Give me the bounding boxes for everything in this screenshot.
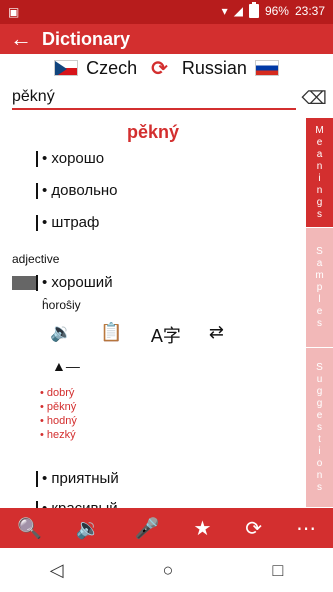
russian-flag-icon[interactable] bbox=[254, 60, 279, 76]
home-icon[interactable]: ○ bbox=[163, 560, 174, 581]
translate-icon[interactable]: A字 bbox=[151, 322, 181, 348]
clipboard-icon[interactable]: 📋 bbox=[100, 322, 122, 348]
meaning-item[interactable]: • приятный bbox=[36, 470, 119, 488]
battery-level: 96% bbox=[264, 4, 289, 18]
language-selector: Czech ⟳ Russian bbox=[0, 54, 333, 82]
wifi-icon: ▾ bbox=[221, 4, 228, 18]
target-language[interactable]: Russian bbox=[182, 58, 247, 79]
signal-icon: ◢ bbox=[233, 4, 243, 18]
meaning-item[interactable]: • штраф bbox=[36, 214, 99, 232]
headword: pěkný bbox=[126, 122, 180, 142]
app-bar: ← Dictionary bbox=[0, 24, 333, 54]
recents-icon[interactable]: □ bbox=[273, 560, 284, 581]
system-nav-bar: ◁ ○ □ bbox=[0, 548, 333, 592]
refresh-icon[interactable]: ⟳ bbox=[245, 516, 262, 541]
search-icon[interactable]: 🔍 bbox=[17, 516, 42, 541]
speaker-icon[interactable]: 🔉 bbox=[76, 516, 101, 541]
notification-icon: ▣ bbox=[8, 5, 20, 19]
synonym-item[interactable]: • hezký bbox=[40, 428, 77, 442]
bottom-toolbar: 🔍 🔉 🎤 ★ ⟳ ⋯ bbox=[0, 508, 333, 548]
microphone-icon[interactable]: 🎤 bbox=[135, 516, 160, 541]
speaker-icon[interactable]: 🔉 bbox=[50, 322, 72, 348]
transliteration: ĥoroŝiy bbox=[42, 298, 81, 312]
synonym-list: • dobrý • pěkný • hodný • hezký bbox=[40, 386, 77, 442]
meaning-item[interactable]: • красивый bbox=[36, 500, 118, 508]
battery-icon bbox=[248, 2, 259, 18]
repeat-icon[interactable]: ⇄ bbox=[209, 322, 224, 348]
search-field-wrapper bbox=[12, 86, 296, 110]
synonym-item[interactable]: • dobrý bbox=[40, 386, 77, 400]
clear-input-icon[interactable]: ⌫ bbox=[302, 88, 327, 109]
tab-suggestions[interactable]: Suggestions bbox=[306, 348, 333, 508]
page-title: Dictionary bbox=[42, 29, 131, 49]
synonym-item[interactable]: • pěkný bbox=[40, 400, 77, 414]
tab-samples[interactable]: Samples bbox=[306, 228, 333, 348]
source-language[interactable]: Czech bbox=[86, 58, 137, 79]
back-icon[interactable]: ◁ bbox=[50, 560, 64, 581]
part-of-speech: adjective bbox=[12, 252, 60, 266]
side-tabs: Meanings Samples Suggestions bbox=[306, 118, 333, 508]
action-row: 🔉 📋 A字 ⇄ bbox=[50, 322, 224, 348]
meaning-marker bbox=[12, 276, 38, 290]
results-pane: pěkný • хорошо • довольно • штраф adject… bbox=[0, 112, 306, 508]
czech-flag-icon[interactable] bbox=[54, 60, 79, 76]
meaning-item[interactable]: • довольно bbox=[36, 182, 118, 200]
status-bar: ▣ ▾ ◢ 96% 23:37 bbox=[0, 0, 333, 24]
synonym-item[interactable]: • hodný bbox=[40, 414, 77, 428]
star-icon[interactable]: ★ bbox=[193, 516, 211, 541]
back-arrow-icon[interactable]: ← bbox=[10, 27, 32, 51]
swap-languages-icon[interactable]: ⟳ bbox=[151, 56, 168, 81]
meaning-item[interactable]: • хороший bbox=[36, 274, 113, 292]
collapse-icon[interactable]: ▲— bbox=[52, 358, 80, 374]
meaning-item[interactable]: • хорошо bbox=[36, 150, 104, 168]
search-input[interactable] bbox=[12, 86, 296, 108]
tab-meanings[interactable]: Meanings bbox=[306, 118, 333, 228]
more-icon[interactable]: ⋯ bbox=[296, 516, 316, 541]
clock: 23:37 bbox=[294, 4, 325, 18]
